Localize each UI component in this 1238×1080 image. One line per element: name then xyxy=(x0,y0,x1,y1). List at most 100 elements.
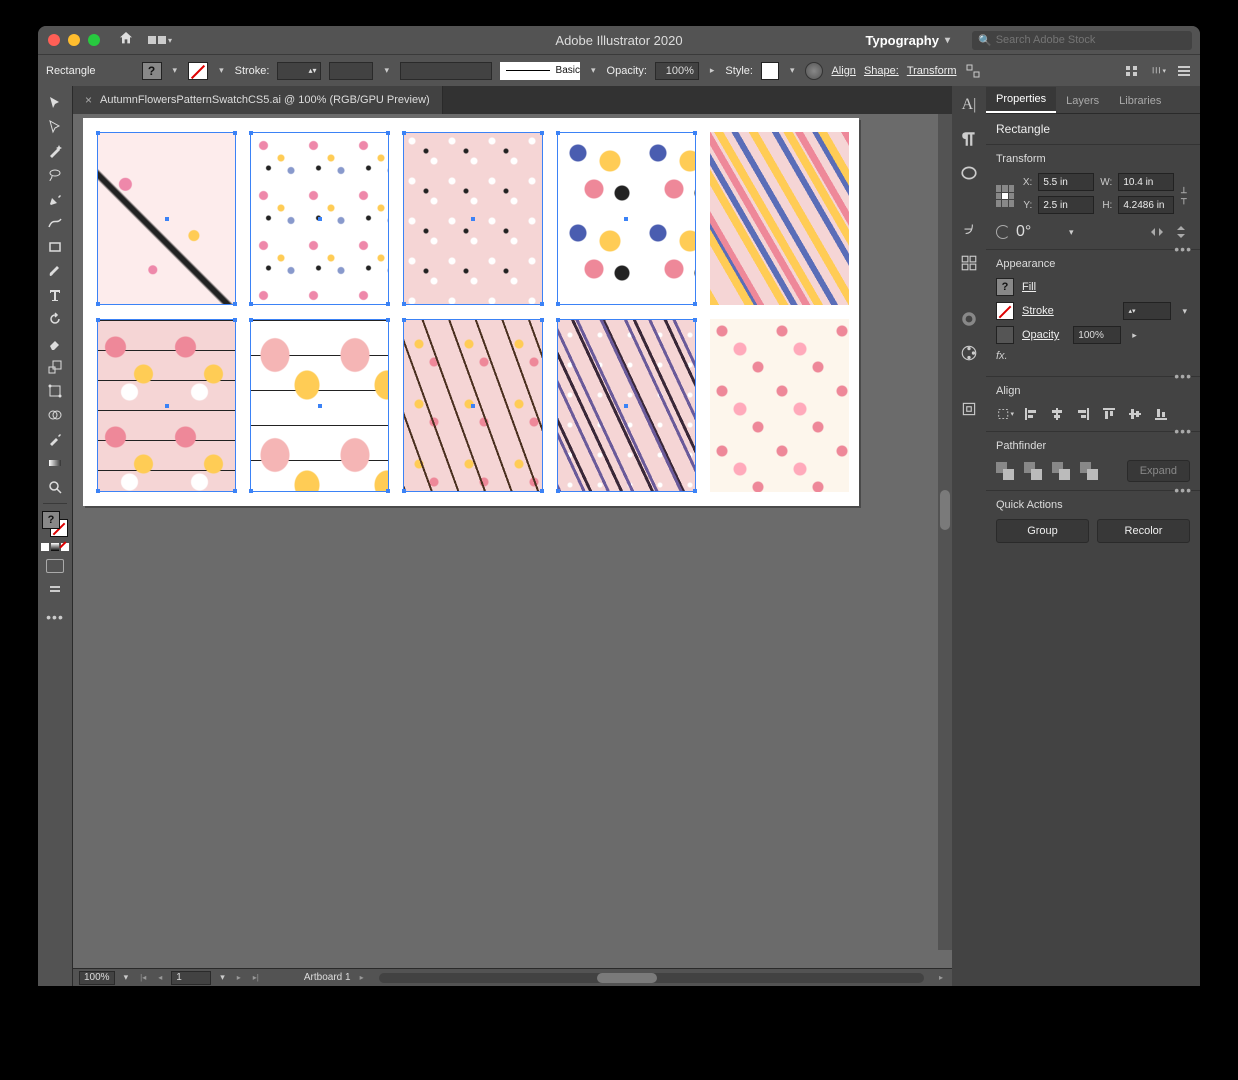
curvature-tool[interactable] xyxy=(41,212,69,234)
none-mode-icon[interactable] xyxy=(61,543,69,551)
rectangle-tool[interactable] xyxy=(41,236,69,258)
isolate-object-icon[interactable] xyxy=(965,63,981,79)
x-field[interactable]: 5.5 in xyxy=(1038,173,1094,191)
align-bottom-icon[interactable] xyxy=(1152,405,1170,423)
zoom-field[interactable]: 100% xyxy=(79,971,115,985)
align-to-icon[interactable] xyxy=(1124,63,1140,79)
group-button[interactable]: Group xyxy=(996,519,1089,543)
first-artboard-icon[interactable]: |◂ xyxy=(137,973,149,982)
opacity-field[interactable]: 100% xyxy=(655,62,699,80)
opacity-link[interactable]: Opacity xyxy=(1022,329,1059,341)
pattern-swatch[interactable] xyxy=(710,132,849,305)
variable-width-profile[interactable] xyxy=(329,62,373,80)
lasso-tool[interactable] xyxy=(41,164,69,186)
pattern-swatch[interactable] xyxy=(403,132,542,305)
chevron-right-icon[interactable]: ▸ xyxy=(357,973,367,982)
opacity-value-field[interactable]: 100% xyxy=(1073,326,1121,344)
pattern-swatch[interactable] xyxy=(710,319,849,492)
color-mode-icon[interactable] xyxy=(41,543,49,551)
recolor-artwork-button[interactable] xyxy=(805,62,823,80)
prev-artboard-icon[interactable]: ◂ xyxy=(155,973,165,982)
control-menu-icon[interactable] xyxy=(1176,63,1192,79)
shape-builder-tool[interactable] xyxy=(41,404,69,426)
chevron-down-icon[interactable]: ▾ xyxy=(121,972,132,983)
pattern-swatch[interactable] xyxy=(557,319,696,492)
pattern-swatch[interactable] xyxy=(250,132,389,305)
direct-selection-tool[interactable] xyxy=(41,116,69,138)
workspace-switcher[interactable]: Typography ▾ xyxy=(866,33,950,48)
scale-tool[interactable] xyxy=(41,356,69,378)
constrain-proportions-icon[interactable] xyxy=(1178,180,1190,212)
tab-libraries[interactable]: Libraries xyxy=(1109,89,1171,113)
close-window-button[interactable] xyxy=(48,34,60,46)
paragraph-panel-icon[interactable] xyxy=(958,128,980,150)
color-guide-panel-icon[interactable] xyxy=(958,342,980,364)
flip-horizontal-icon[interactable] xyxy=(1148,223,1166,241)
pattern-swatch[interactable] xyxy=(250,319,389,492)
stroke-swatch[interactable] xyxy=(188,62,208,80)
maximize-window-button[interactable] xyxy=(88,34,100,46)
character-panel-icon[interactable]: A| xyxy=(958,94,980,116)
expand-button[interactable]: Expand xyxy=(1127,460,1190,482)
search-input[interactable] xyxy=(996,34,1186,46)
paintbrush-tool[interactable] xyxy=(41,260,69,282)
pattern-swatch[interactable] xyxy=(97,132,236,305)
gradient-tool[interactable] xyxy=(41,452,69,474)
chevron-down-icon[interactable]: ▾ xyxy=(1179,306,1190,317)
chevron-down-icon[interactable]: ▾ xyxy=(787,65,798,76)
pattern-swatch[interactable] xyxy=(557,132,696,305)
stroke-weight-field[interactable]: ▴▾ xyxy=(1123,302,1171,320)
y-field[interactable]: 2.5 in xyxy=(1038,196,1094,214)
fill-box[interactable] xyxy=(42,511,60,529)
free-transform-tool[interactable] xyxy=(41,380,69,402)
chevron-down-icon[interactable]: ▾ xyxy=(588,65,599,76)
transform-link[interactable]: Transform xyxy=(907,65,957,77)
type-tool[interactable] xyxy=(41,284,69,306)
fill-link[interactable]: Fill xyxy=(1022,281,1036,293)
canvas[interactable] xyxy=(73,114,952,968)
stroke-panel-icon[interactable] xyxy=(958,398,980,420)
fill-stroke-indicator[interactable] xyxy=(42,511,68,537)
minimize-window-button[interactable] xyxy=(68,34,80,46)
brush-definition-dd[interactable] xyxy=(400,62,492,80)
pen-tool[interactable] xyxy=(41,188,69,210)
artboard-number-field[interactable]: 1 xyxy=(171,971,211,985)
stroke-link[interactable]: Stroke xyxy=(1022,305,1054,317)
tab-layers[interactable]: Layers xyxy=(1056,89,1109,113)
chevron-down-icon[interactable]: ▾ xyxy=(217,972,228,983)
pattern-swatch[interactable] xyxy=(97,319,236,492)
align-link[interactable]: Align xyxy=(831,65,855,77)
opacity-swatch[interactable] xyxy=(996,326,1014,344)
scrollbar-thumb[interactable] xyxy=(597,973,657,983)
reference-point-widget[interactable] xyxy=(996,185,1014,207)
document-tab[interactable]: × AutumnFlowersPatternSwatchCS5.ai @ 100… xyxy=(73,86,443,114)
flip-vertical-icon[interactable] xyxy=(1172,223,1190,241)
close-tab-icon[interactable]: × xyxy=(85,93,92,107)
pattern-swatch[interactable] xyxy=(403,319,542,492)
next-artboard-icon[interactable]: ▸ xyxy=(234,973,244,982)
fill-swatch[interactable] xyxy=(996,278,1014,296)
tab-properties[interactable]: Properties xyxy=(986,87,1056,113)
opentype-panel-icon[interactable] xyxy=(958,162,980,184)
stroke-weight-field[interactable]: ▴▾ xyxy=(277,62,321,80)
chevron-down-icon[interactable]: ▾ xyxy=(170,65,181,76)
swatches-panel-icon[interactable] xyxy=(958,252,980,274)
rotate-field[interactable]: 0° xyxy=(1016,223,1060,241)
w-field[interactable]: 10.4 in xyxy=(1118,173,1174,191)
home-icon[interactable] xyxy=(118,30,134,50)
last-artboard-icon[interactable]: ▸| xyxy=(250,973,262,982)
intersect-icon[interactable] xyxy=(1052,462,1070,480)
align-left-icon[interactable] xyxy=(1022,405,1040,423)
search-adobe-stock[interactable]: 🔍 xyxy=(972,31,1192,50)
align-right-icon[interactable] xyxy=(1074,405,1092,423)
scrollbar-thumb[interactable] xyxy=(940,490,950,530)
chevron-down-icon[interactable]: ▾ xyxy=(216,65,227,76)
color-panel-icon[interactable] xyxy=(958,308,980,330)
zoom-tool[interactable] xyxy=(41,476,69,498)
brush-preview[interactable]: Basic xyxy=(500,62,580,80)
arrange-documents-button[interactable]: ▾ xyxy=(148,36,172,45)
eraser-tool[interactable] xyxy=(41,332,69,354)
fx-icon[interactable]: fx. xyxy=(996,350,1008,362)
graphic-style-swatch[interactable] xyxy=(761,62,779,80)
screen-mode-button[interactable] xyxy=(46,559,64,573)
